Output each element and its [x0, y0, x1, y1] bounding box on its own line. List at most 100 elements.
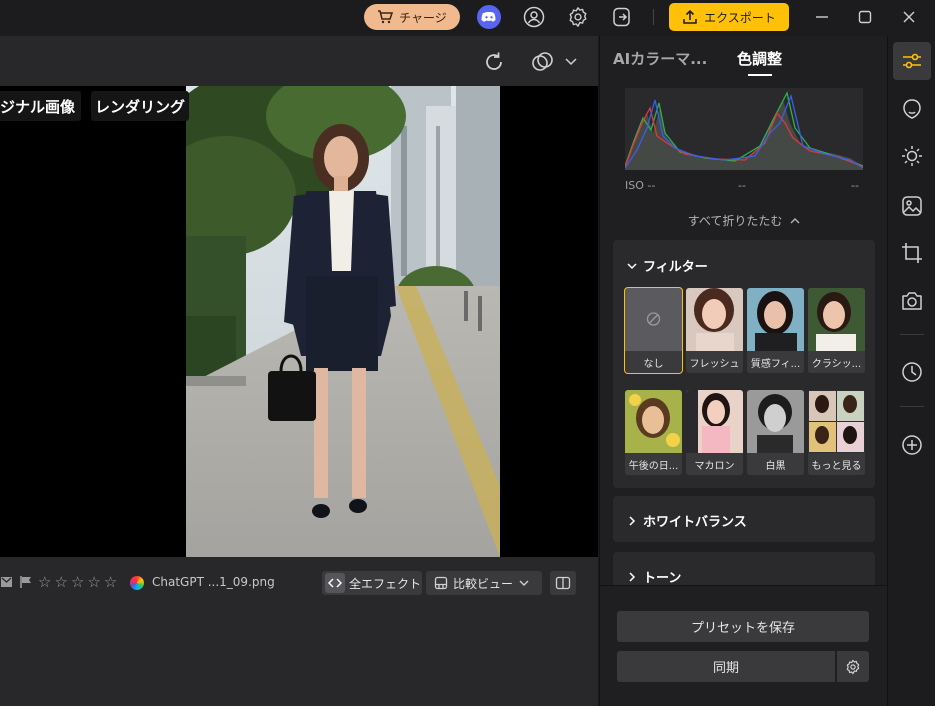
minimize-icon	[816, 16, 828, 18]
history-tool-button[interactable]	[893, 353, 931, 391]
face-icon	[903, 99, 921, 119]
tool-rail	[887, 36, 935, 706]
histogram	[625, 88, 863, 170]
filter-label: 午後の日...	[625, 453, 682, 475]
filter-preview-image	[686, 288, 743, 351]
star-icon[interactable]: ☆	[38, 573, 51, 591]
image-canvas[interactable]: ジナル画像 レンダリング	[0, 86, 598, 557]
filter-preview-image	[747, 390, 804, 453]
filter-none[interactable]: なし	[624, 287, 683, 374]
chevron-right-icon	[629, 571, 636, 582]
filter-section-title: フィルター	[643, 260, 708, 275]
export-button[interactable]: エクスポート	[669, 3, 789, 31]
chevron-down-icon	[627, 262, 637, 269]
all-effects-label: 全エフェクト	[349, 576, 422, 591]
image-info-bar: ☆ ☆ ☆ ☆ ☆ ChatGPT ...1_09.png 全エフェクト 比較ビ…	[0, 557, 598, 607]
toolbar-divider	[653, 9, 654, 25]
collapse-all-label: すべて折りたたむ	[687, 214, 783, 228]
file-name: ChatGPT ...1_09.png	[152, 575, 275, 589]
login-button[interactable]	[610, 5, 634, 29]
aperture-value: --	[851, 179, 859, 192]
iso-value: ISO --	[625, 179, 656, 192]
export-label: エクスポート	[704, 10, 776, 25]
star-rating[interactable]: ☆ ☆ ☆ ☆ ☆	[38, 573, 117, 591]
compare-view-label: 比較ビュー	[453, 576, 514, 591]
sync-button[interactable]: 同期	[617, 651, 835, 682]
reject-flag-icon[interactable]	[0, 575, 14, 589]
chevron-down-icon[interactable]	[564, 54, 578, 68]
filter-preview-collage	[808, 390, 865, 453]
adjust-tool-button[interactable]	[893, 42, 931, 80]
original-image-tag: ジナル画像	[0, 91, 82, 121]
white-balance-header[interactable]: ホワイトバランス	[627, 511, 747, 530]
image-icon	[902, 196, 922, 216]
filter-label: クラシッ...	[808, 351, 865, 373]
filter-afternoon[interactable]: 午後の日...	[625, 390, 682, 475]
chevron-down-icon	[519, 580, 529, 586]
sync-settings-button[interactable]	[837, 651, 869, 682]
cart-icon	[378, 10, 394, 24]
shutter-value: --	[738, 179, 746, 192]
image-tool-button[interactable]	[893, 187, 931, 225]
filter-classic[interactable]: クラシッ...	[808, 288, 865, 373]
title-bar: チャージ エクスポート	[0, 0, 935, 36]
maximize-button[interactable]	[853, 6, 877, 28]
maximize-icon	[858, 10, 872, 24]
save-preset-button[interactable]: プリセットを保存	[617, 611, 869, 642]
sun-icon	[902, 146, 922, 166]
plus-circle-icon	[902, 435, 922, 455]
overlay-compare-icon[interactable]	[530, 50, 556, 74]
account-button[interactable]	[522, 5, 546, 29]
sliders-icon	[903, 53, 921, 69]
white-balance-section[interactable]: ホワイトバランス	[613, 496, 875, 542]
reset-icon[interactable]	[482, 50, 506, 74]
portrait-tool-button[interactable]	[893, 90, 931, 128]
filter-texture[interactable]: 質感フィ...	[747, 288, 804, 373]
filter-more[interactable]: もっと見る	[808, 390, 865, 475]
discord-button[interactable]	[477, 5, 501, 29]
tab-color-adjust[interactable]: 色調整	[737, 48, 782, 69]
camera-tool-button[interactable]	[893, 282, 931, 320]
star-icon[interactable]: ☆	[54, 573, 67, 591]
camera-icon	[902, 292, 922, 310]
filter-label: 白黒	[747, 453, 804, 475]
filter-macaron[interactable]: マカロン	[686, 390, 743, 475]
chevron-right-icon	[629, 515, 636, 526]
compare-view-dropdown[interactable]: 比較ビュー	[426, 571, 542, 595]
star-icon[interactable]: ☆	[104, 573, 117, 591]
all-effects-toggle[interactable]: 全エフェクト	[322, 571, 422, 595]
sign-in-icon	[613, 7, 630, 27]
white-balance-title: ホワイトバランス	[643, 515, 747, 530]
tone-header[interactable]: トーン	[627, 567, 681, 586]
star-icon[interactable]: ☆	[71, 573, 84, 591]
split-view-button[interactable]	[550, 571, 576, 595]
code-brackets-icon	[325, 573, 345, 593]
crop-tool-button[interactable]	[893, 234, 931, 272]
clock-icon	[902, 362, 922, 382]
filter-section-header[interactable]: フィルター	[627, 256, 708, 275]
collapse-all-button[interactable]: すべて折りたたむ	[600, 212, 888, 229]
split-view-icon	[555, 576, 571, 590]
minimize-button[interactable]	[810, 6, 834, 28]
adjustment-panel: AIカラーマ... 色調整 ISO -- -- -- すべて折りたたむ フィルタ…	[599, 36, 888, 706]
tab-ai-color-match[interactable]: AIカラーマ...	[613, 48, 707, 69]
user-icon	[523, 6, 545, 28]
filter-label: なし	[625, 351, 682, 373]
filter-preview-image	[625, 390, 682, 453]
add-tool-button[interactable]	[893, 426, 931, 464]
rendering-tag: レンダリング	[91, 91, 190, 121]
main-area: ジナル画像 レンダリング ☆ ☆ ☆ ☆ ☆ ChatGPT ...1_09.p…	[0, 36, 598, 706]
filter-label: もっと見る	[808, 453, 865, 475]
active-tab-indicator	[748, 74, 772, 76]
color-label-icon[interactable]	[130, 576, 144, 590]
filter-label: フレッシュ	[686, 351, 743, 373]
star-icon[interactable]: ☆	[87, 573, 100, 591]
charge-button[interactable]: チャージ	[364, 4, 460, 30]
pick-flag-icon[interactable]	[19, 575, 33, 589]
filter-monochrome[interactable]: 白黒	[747, 390, 804, 475]
close-button[interactable]	[897, 6, 921, 28]
filter-fresh[interactable]: フレッシュ	[686, 288, 743, 373]
settings-button[interactable]	[566, 5, 590, 29]
light-tool-button[interactable]	[893, 137, 931, 175]
none-icon	[625, 288, 682, 351]
